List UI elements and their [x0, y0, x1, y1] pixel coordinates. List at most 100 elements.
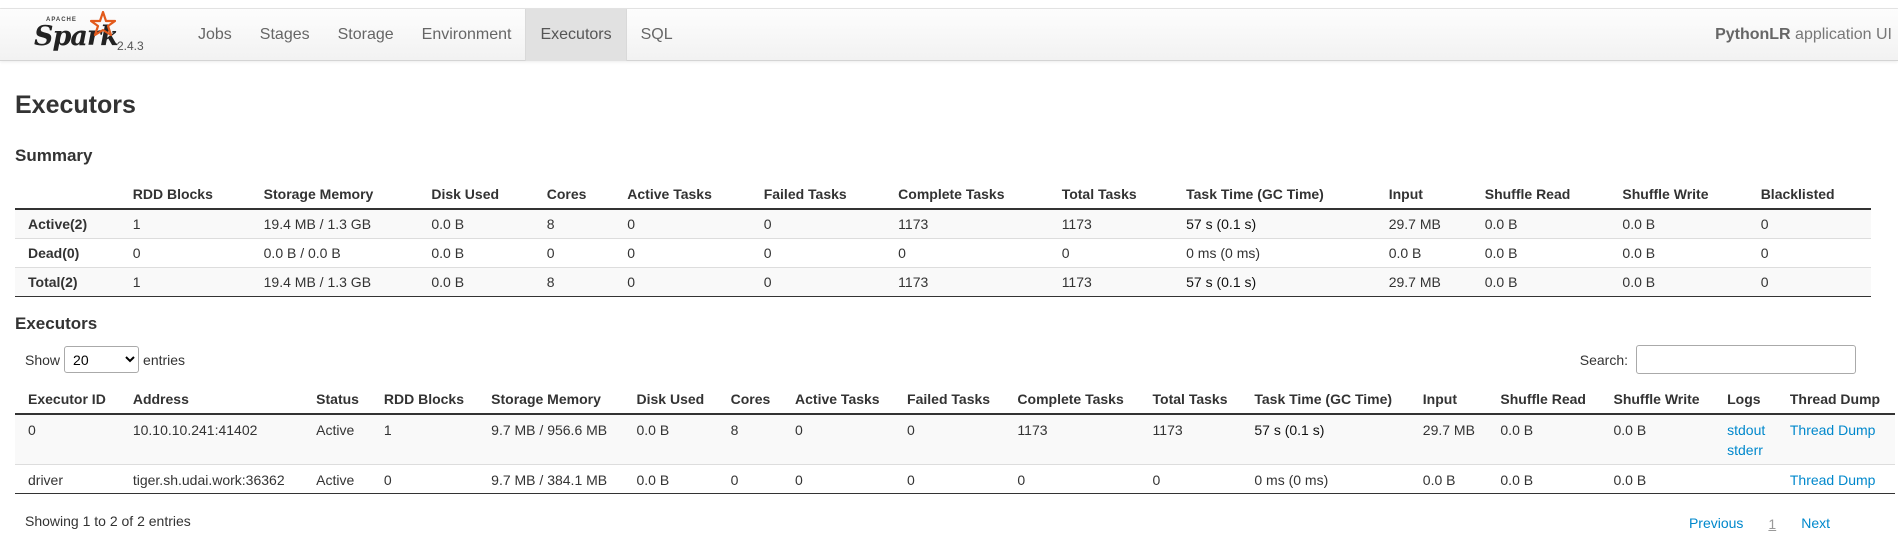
- page-length-select[interactable]: 20: [64, 346, 140, 373]
- summary-column-header[interactable]: Complete Tasks: [885, 181, 1049, 210]
- spark-star-icon: [90, 11, 116, 37]
- summary-column-header[interactable]: Disk Used: [418, 181, 534, 210]
- summary-cell: 1: [119, 266, 251, 297]
- summary-column-header[interactable]: Task Time (GC Time): [1173, 181, 1376, 210]
- executors-column-header[interactable]: Complete Tasks: [1004, 386, 1140, 415]
- summary-column-header[interactable]: Shuffle Write: [1609, 181, 1748, 210]
- table-cell: 1: [370, 413, 479, 464]
- summary-column-header[interactable]: Total Tasks: [1048, 181, 1174, 210]
- summary-row: Total(2) 1 19.4 MB / 1.3 GB 0.0 B 8 0 0 1173 117…: [15, 266, 1871, 297]
- summary-cell: 29.7 MB: [1375, 266, 1472, 297]
- executors-column-header[interactable]: Thread Dump: [1776, 386, 1895, 415]
- tab-jobs[interactable]: Jobs: [184, 9, 246, 61]
- tab-stages[interactable]: Stages: [246, 9, 324, 61]
- stderr-link[interactable]: stderr: [1727, 442, 1763, 458]
- table-info: Showing 1 to 2 of 2 entries: [25, 513, 191, 529]
- summary-cell: 0: [885, 237, 1049, 267]
- executors-column-header[interactable]: RDD Blocks: [370, 386, 479, 415]
- summary-column-header[interactable]: RDD Blocks: [119, 181, 251, 210]
- summary-cell: 8: [533, 208, 615, 238]
- next-button[interactable]: Next: [1789, 515, 1842, 533]
- summary-column-header[interactable]: Active Tasks: [614, 181, 751, 210]
- executors-column-header[interactable]: Failed Tasks: [894, 386, 1005, 415]
- tab-storage[interactable]: Storage: [324, 9, 408, 61]
- summary-cell: 0.0 B: [1471, 237, 1610, 267]
- executors-column-header[interactable]: Shuffle Read: [1487, 386, 1601, 415]
- executors-header-row: Executor ID Address Status RDD Blocks Storag…: [15, 386, 1895, 415]
- summary-cell: 0: [533, 237, 615, 267]
- thread-dump-cell: Thread Dump: [1776, 463, 1895, 494]
- summary-column-header[interactable]: Storage Memory: [250, 181, 419, 210]
- tab-executors[interactable]: Executors: [525, 9, 627, 61]
- summary-cell: 0: [1747, 208, 1871, 238]
- tab-environment[interactable]: Environment: [408, 9, 526, 61]
- app-name: PythonLR application UI: [1715, 9, 1892, 61]
- executors-column-header[interactable]: Address: [119, 386, 304, 415]
- table-cell: 0: [1004, 463, 1140, 494]
- executors-column-header[interactable]: Storage Memory: [478, 386, 624, 415]
- executors-column-header[interactable]: Executor ID: [15, 386, 120, 415]
- table-cell: 0 ms (0 ms): [1241, 463, 1410, 494]
- table-cell: 1173: [1139, 413, 1242, 464]
- summary-cell: 0: [119, 237, 251, 267]
- summary-column-header[interactable]: Shuffle Read: [1471, 181, 1610, 210]
- table-cell: 9.7 MB / 956.6 MB: [478, 413, 624, 464]
- tab-sql[interactable]: SQL: [627, 9, 687, 61]
- summary-cell: 19.4 MB / 1.3 GB: [250, 208, 419, 238]
- table-row: driver tiger.sh.udai.work:36362 Active 0 9.7…: [15, 463, 1895, 494]
- page-1-button[interactable]: 1: [1755, 515, 1789, 533]
- summary-cell: 0.0 B: [1609, 266, 1748, 297]
- page-length-control: Show 20 entries: [25, 346, 185, 373]
- executors-column-header[interactable]: Shuffle Write: [1600, 386, 1715, 415]
- search-input[interactable]: [1636, 345, 1856, 374]
- summary-column-header[interactable]: Input: [1375, 181, 1472, 210]
- summary-column-header[interactable]: Blacklisted: [1747, 181, 1871, 210]
- summary-cell: 19.4 MB / 1.3 GB: [250, 266, 419, 297]
- summary-column-header[interactable]: Failed Tasks: [750, 181, 886, 210]
- table-cell: 0.0 B: [623, 413, 718, 464]
- summary-cell: 0: [750, 208, 886, 238]
- table-cell: 0: [15, 413, 120, 464]
- summary-cell: 0: [750, 266, 886, 297]
- summary-row-label: Total(2): [15, 266, 120, 297]
- executors-table: Executor ID Address Status RDD Blocks Storag…: [15, 386, 1895, 494]
- executors-column-header[interactable]: Disk Used: [623, 386, 718, 415]
- executors-column-header[interactable]: Total Tasks: [1139, 386, 1242, 415]
- table-cell: 0: [1139, 463, 1242, 494]
- thread-dump-link[interactable]: Thread Dump: [1790, 472, 1876, 488]
- table-cell: 0: [370, 463, 479, 494]
- table-row: 0 10.10.10.241:41402 Active 1 9.7 MB / 956.6…: [15, 413, 1895, 464]
- summary-cell: 0.0 B: [1609, 237, 1748, 267]
- table-cell: 0: [782, 413, 895, 464]
- app-name-bold: PythonLR: [1715, 26, 1791, 43]
- thread-dump-link[interactable]: Thread Dump: [1790, 422, 1876, 438]
- summary-header-row: RDD Blocks Storage Memory Disk Used Cores Ac…: [15, 181, 1871, 210]
- table-cell: 0: [782, 463, 895, 494]
- summary-cell: 57 s (0.1 s): [1173, 266, 1376, 297]
- summary-column-header: [15, 181, 120, 210]
- executors-column-header[interactable]: Status: [303, 386, 371, 415]
- summary-cell: 0: [614, 237, 751, 267]
- summary-row-label: Active(2): [15, 208, 120, 238]
- table-cell: tiger.sh.udai.work:36362: [119, 463, 304, 494]
- logs-cell: stdout stderr: [1714, 413, 1777, 464]
- summary-cell: 1173: [1048, 266, 1174, 297]
- top-strip: [0, 0, 1898, 9]
- search-control: Search:: [1580, 345, 1856, 374]
- summary-cell: 0.0 B: [418, 208, 534, 238]
- executors-column-header[interactable]: Logs: [1714, 386, 1777, 415]
- thread-dump-cell: Thread Dump: [1776, 413, 1895, 464]
- executors-column-header[interactable]: Cores: [717, 386, 783, 415]
- table-cell: 9.7 MB / 384.1 MB: [478, 463, 624, 494]
- executors-column-header[interactable]: Input: [1409, 386, 1488, 415]
- summary-cell: 0.0 B: [1375, 237, 1472, 267]
- summary-row: Dead(0) 0 0.0 B / 0.0 B 0.0 B000000 ms (0 m…: [15, 237, 1871, 267]
- previous-button[interactable]: Previous: [1677, 515, 1755, 533]
- table-cell: 0.0 B: [1600, 463, 1715, 494]
- executors-column-header[interactable]: Task Time (GC Time): [1241, 386, 1410, 415]
- stdout-link[interactable]: stdout: [1727, 422, 1765, 438]
- spark-logo[interactable]: APACHE Spark 2.4.3: [34, 11, 154, 59]
- summary-column-header[interactable]: Cores: [533, 181, 615, 210]
- search-label: Search:: [1579, 351, 1628, 368]
- executors-column-header[interactable]: Active Tasks: [782, 386, 895, 415]
